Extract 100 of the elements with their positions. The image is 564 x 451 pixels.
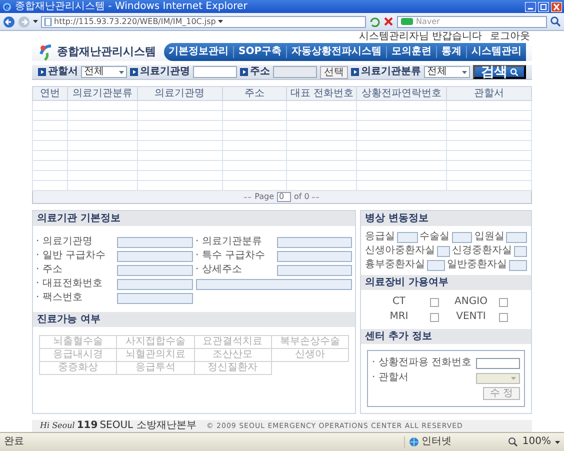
field-label: · 특수 구급차수	[196, 250, 266, 262]
input-field[interactable]	[117, 278, 192, 290]
provider-icon	[401, 18, 413, 25]
bed-label: 일반중환자실	[447, 259, 507, 271]
logo-text: SEOUL 소방재난본부	[100, 420, 196, 432]
filter-label: 관할서	[48, 66, 78, 78]
zone-text: 인터넷	[421, 436, 452, 448]
equipment-label: MRI	[388, 311, 410, 323]
address-field[interactable]: http://115.93.73.220/WEB/IM/IM_10C.jsp	[41, 16, 366, 28]
treatment-cell: 조산산모	[194, 349, 272, 362]
bed-label: 흉부중환자실	[365, 259, 425, 271]
input-field[interactable]	[117, 264, 192, 276]
caret-icon	[33, 19, 38, 24]
minimize-icon	[525, 2, 536, 12]
field-label: · 일반 구급차수	[36, 250, 107, 262]
treatment-cell: 신생아	[272, 349, 349, 362]
nav-item[interactable]: 모의훈련	[386, 46, 436, 58]
logo-icon	[38, 44, 54, 60]
input-field[interactable]	[276, 236, 352, 248]
field-label: · 주소	[36, 264, 64, 276]
input-field[interactable]	[397, 232, 418, 242]
bed-label: 수술실	[420, 231, 450, 243]
stop-icon	[383, 16, 394, 27]
zoom-level[interactable]: 100%	[522, 436, 551, 448]
treatment-cell: 복부손상수술	[272, 336, 349, 349]
page-input[interactable]: 0	[277, 192, 292, 202]
checkbox[interactable]	[430, 298, 438, 306]
checkbox[interactable]	[430, 312, 438, 322]
filter-label: 의료기관분류	[360, 66, 421, 78]
checkbox[interactable]	[498, 312, 508, 322]
bullet-icon	[240, 68, 248, 76]
globe-icon	[409, 437, 420, 447]
search-button[interactable]: 검색	[473, 65, 526, 79]
search-field[interactable]: Naver	[397, 16, 547, 28]
search-icon	[510, 68, 518, 76]
bed-label: 신경중환자실	[452, 245, 512, 257]
input-field[interactable]	[437, 246, 450, 256]
dropdown[interactable]: 전체	[81, 66, 128, 78]
input-field[interactable]	[276, 250, 352, 262]
caret-icon	[118, 68, 126, 76]
field-label: · 의료기관명	[36, 236, 94, 248]
section-title: 병상 변동정보	[361, 211, 531, 226]
input-field[interactable]	[117, 236, 192, 248]
treatment-cell: 사지접합수술	[117, 336, 194, 349]
input-field[interactable]	[506, 232, 528, 242]
input-field[interactable]	[117, 250, 192, 262]
maximize-icon	[538, 2, 549, 12]
filter-label: 의료기관명	[140, 66, 190, 78]
treatment-cell: 중증화상	[40, 362, 118, 375]
equipment-label: ANGIO	[454, 296, 488, 308]
treatment-cell: 정신질환자	[194, 362, 272, 375]
input-field[interactable]	[514, 246, 527, 256]
first-page-icon	[244, 194, 252, 200]
status-text: 완료	[4, 436, 25, 448]
logo-script: Hi Seoul	[40, 420, 75, 432]
section-title: 진료가능 여부	[33, 312, 355, 327]
input-field[interactable]	[452, 232, 472, 242]
last-page-icon	[312, 194, 320, 200]
bullet-icon	[38, 68, 46, 76]
bed-label: 신생아중환자실	[365, 245, 435, 257]
bullet-icon	[130, 68, 138, 76]
input-field[interactable]	[427, 260, 445, 270]
nav-item[interactable]: 통계	[436, 46, 466, 58]
dropdown[interactable]: 전체	[424, 66, 470, 78]
forward-icon	[18, 16, 30, 28]
checkbox[interactable]	[498, 298, 508, 306]
input-field[interactable]	[273, 66, 317, 78]
treatment-cell: 응급내시경	[40, 349, 118, 362]
field-label: · 관할서	[372, 372, 410, 384]
column-header: 상황전파연락번호	[356, 86, 447, 100]
caret-icon	[461, 68, 468, 76]
input-field[interactable]	[117, 292, 192, 304]
close-icon	[551, 2, 562, 12]
nav-item[interactable]: 자동상황전파시스템	[286, 46, 386, 58]
caret-icon	[510, 374, 517, 382]
input-field[interactable]	[509, 260, 527, 270]
zoom-icon	[508, 437, 518, 447]
equipment-label: VENTI	[455, 311, 487, 323]
filter-label: 주소	[250, 66, 270, 78]
input-field[interactable]	[276, 264, 352, 276]
section-title: 의료기관 기본정보	[33, 211, 355, 226]
column-header: 의료기관분류	[67, 86, 138, 100]
treatment-cell: 뇌혈관의치료	[117, 349, 194, 362]
input-field[interactable]	[196, 278, 352, 290]
section-title: 센터 추가 정보	[361, 329, 531, 344]
input-field[interactable]	[476, 358, 520, 368]
logout-link[interactable]: 로그아웃	[490, 31, 530, 43]
nav-item[interactable]: 기본정보관리	[164, 46, 233, 58]
page-icon	[44, 18, 52, 26]
field-label: · 대표전화번호	[36, 278, 104, 290]
input-field[interactable]	[193, 66, 237, 78]
column-header: 의료기관명	[137, 86, 222, 100]
greeting-text: 시스템관리자님 반갑습니다	[358, 31, 482, 43]
nav-item[interactable]: 시스템관리	[466, 46, 526, 58]
treatment-cell: 응급투석	[117, 362, 194, 375]
nav-item[interactable]: SOP구축	[233, 46, 286, 58]
page-total: of 0	[294, 191, 310, 203]
select-button[interactable]: 선택	[320, 66, 348, 78]
field-label: · 상세주소	[196, 264, 243, 276]
field-label: · 팩스번호	[36, 292, 84, 304]
